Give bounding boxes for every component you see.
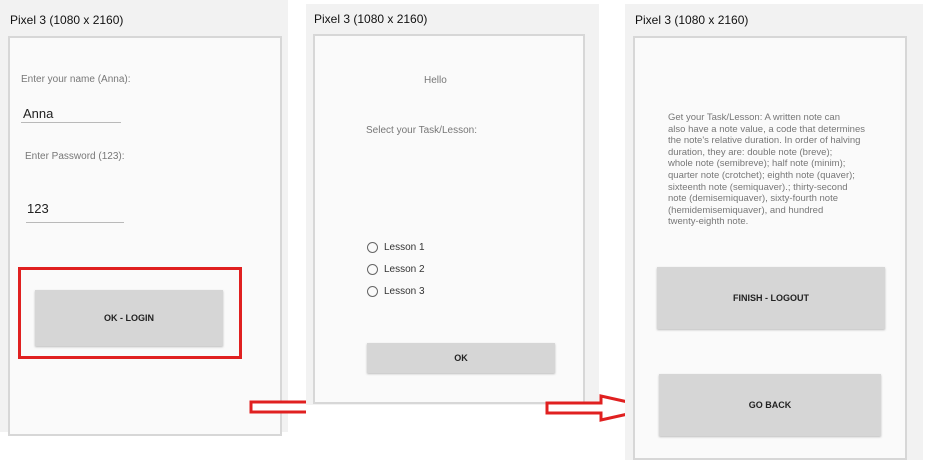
device-label: Pixel 3 (1080 x 2160) [10, 13, 124, 27]
password-input-underline [26, 222, 124, 223]
task-screen: Get your Task/Lesson: A written note can… [633, 36, 907, 460]
lesson-label: Lesson 2 [384, 264, 425, 275]
radio-button-icon[interactable] [367, 264, 378, 275]
lesson-radio-2[interactable]: Lesson 2 [367, 264, 425, 275]
password-label: Enter Password (123): [25, 151, 125, 162]
name-input-underline [21, 122, 121, 123]
device-label: Pixel 3 (1080 x 2160) [635, 13, 749, 27]
lesson-label: Lesson 1 [384, 242, 425, 253]
password-input[interactable]: 123 [27, 201, 49, 216]
lesson-radio-1[interactable]: Lesson 1 [367, 242, 425, 253]
lesson-radio-3[interactable]: Lesson 3 [367, 286, 425, 297]
task-description: Get your Task/Lesson: A written note can… [668, 112, 865, 228]
select-task-label: Select your Task/Lesson: [366, 125, 477, 136]
login-button-highlight [18, 267, 242, 359]
lesson-select-screen: Hello Select your Task/Lesson: Lesson 1 … [313, 34, 585, 404]
ok-button[interactable]: OK [367, 343, 555, 373]
name-label: Enter your name (Anna): [21, 74, 131, 85]
radio-button-icon[interactable] [367, 286, 378, 297]
device-label: Pixel 3 (1080 x 2160) [314, 12, 428, 26]
finish-logout-button[interactable]: FINISH - LOGOUT [657, 267, 885, 329]
login-screen: Enter your name (Anna): Anna Enter Passw… [8, 36, 282, 436]
lesson-label: Lesson 3 [384, 286, 425, 297]
greeting-text: Hello [424, 75, 447, 86]
go-back-button[interactable]: GO BACK [659, 374, 881, 436]
radio-button-icon[interactable] [367, 242, 378, 253]
name-input[interactable]: Anna [23, 106, 53, 121]
